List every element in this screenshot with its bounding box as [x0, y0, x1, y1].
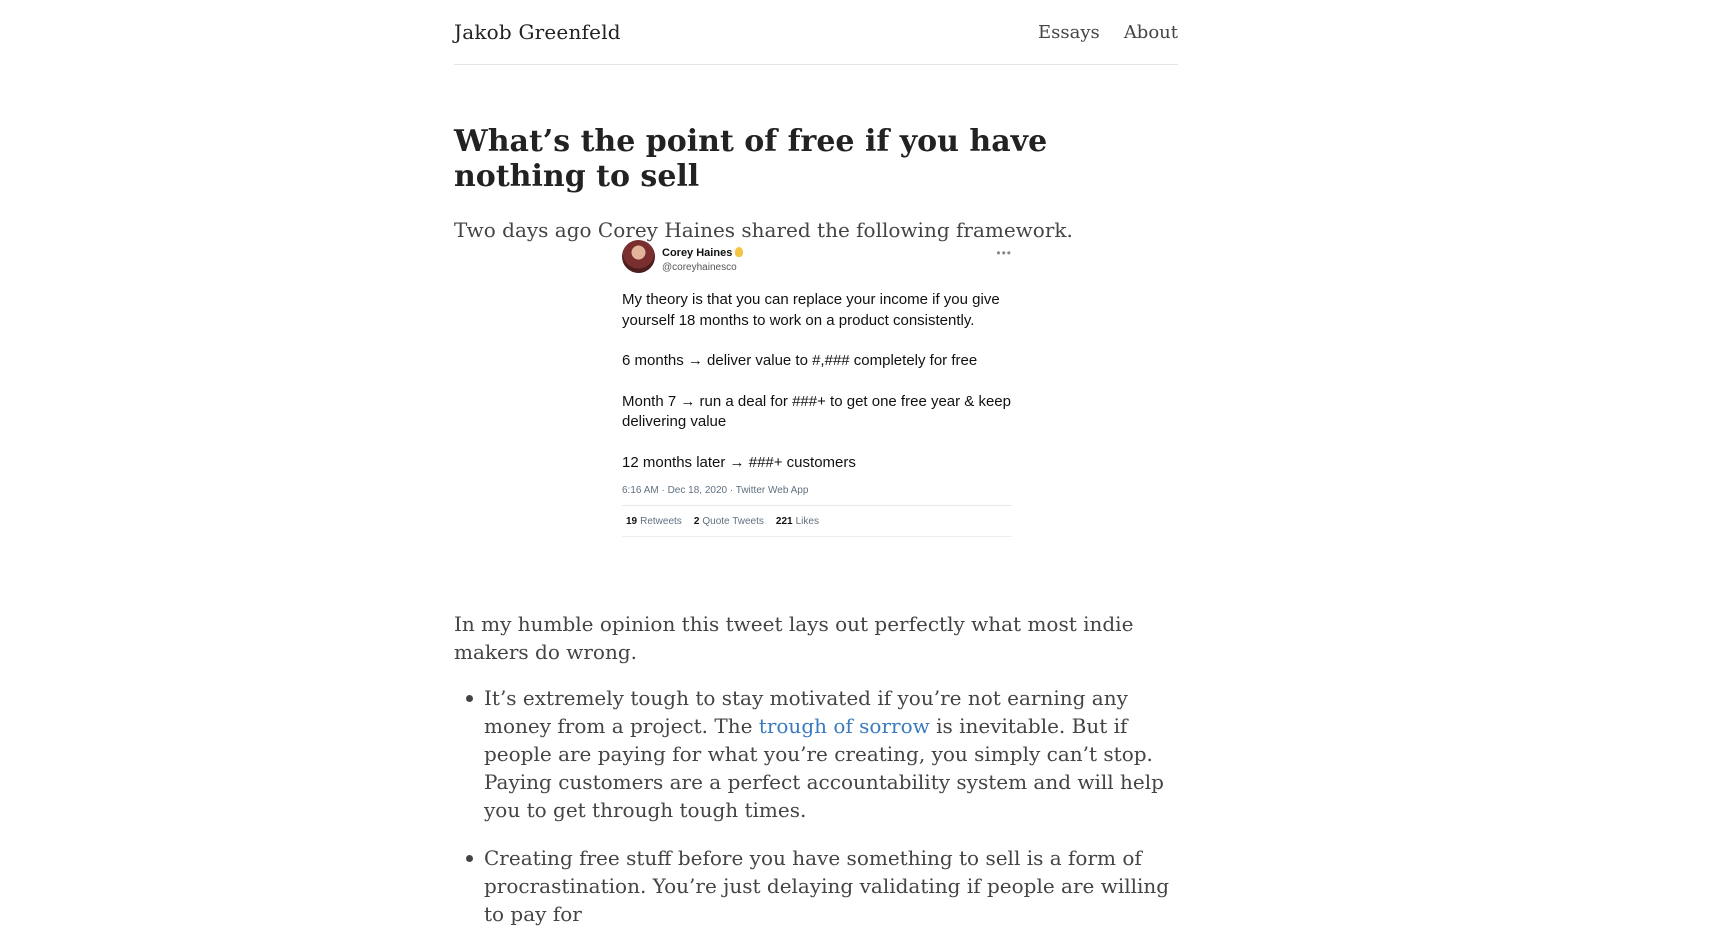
site-brand-link[interactable]: Jakob Greenfeld	[454, 20, 621, 44]
bullet-list: It’s extremely tough to stay motivated i…	[454, 684, 1178, 928]
nav-about-link[interactable]: About	[1124, 22, 1178, 43]
lightbulb-icon	[735, 247, 744, 257]
retweets-label: Retweets	[640, 516, 682, 527]
list-item-text: Creating free stuff before you have some…	[484, 846, 1170, 926]
likes-label: Likes	[795, 516, 819, 527]
tweet-retweets[interactable]: 19 Retweets	[626, 516, 682, 527]
tweet-stats: 19 Retweets 2 Quote Tweets 221 Likes	[622, 506, 1012, 537]
likes-count: 221	[775, 516, 793, 527]
tweet-embed: Corey Haines @coreyhainesco ••• My theor…	[622, 240, 1012, 568]
article-paragraph: In my humble opinion this tweet lays out…	[454, 612, 1134, 664]
tweet-line: 6 months → deliver value to #,### comple…	[622, 352, 978, 369]
tweet-body: My theory is that you can replace your i…	[622, 290, 1012, 473]
article-title: What’s the point of free if you have not…	[454, 124, 1048, 194]
tweet-header: Corey Haines @coreyhainesco •••	[622, 240, 1012, 284]
tweet-likes[interactable]: 221 Likes	[776, 516, 819, 527]
tweet-quotes[interactable]: 2 Quote Tweets	[694, 516, 764, 527]
tweet-line: My theory is that you can replace your i…	[622, 291, 1000, 329]
list-item: Creating free stuff before you have some…	[466, 844, 1178, 928]
tweet-author: Corey Haines @coreyhainesco	[662, 243, 744, 273]
tweet-author-name[interactable]: Corey Haines	[662, 247, 732, 259]
retweets-count: 19	[626, 516, 638, 527]
tweet-line: Month 7 → run a deal for ###+ to get one…	[622, 392, 1011, 431]
tweet-avatar[interactable]	[622, 240, 655, 273]
page-container: Jakob Greenfeld Essays About What’s the …	[454, 0, 1178, 926]
tweet-line: 12 months later → ###+ customers	[622, 453, 856, 471]
site-header: Jakob Greenfeld Essays About	[454, 0, 1178, 65]
more-options-icon[interactable]: •••	[996, 246, 1012, 260]
site-nav: Essays About	[1038, 22, 1178, 43]
nav-essays-link[interactable]: Essays	[1038, 22, 1100, 43]
tweet-author-handle[interactable]: @coreyhainesco	[662, 262, 743, 273]
list-item: It’s extremely tough to stay motivated i…	[466, 684, 1178, 824]
tweet-timestamp[interactable]: 6:16 AM · Dec 18, 2020 · Twitter Web App	[622, 485, 1012, 506]
trough-of-sorrow-link[interactable]: trough of sorrow	[759, 714, 930, 738]
article-body: In my humble opinion this tweet lays out…	[454, 610, 1178, 948]
quotes-label: Quote Tweets	[702, 516, 764, 527]
quotes-count: 2	[693, 516, 700, 527]
